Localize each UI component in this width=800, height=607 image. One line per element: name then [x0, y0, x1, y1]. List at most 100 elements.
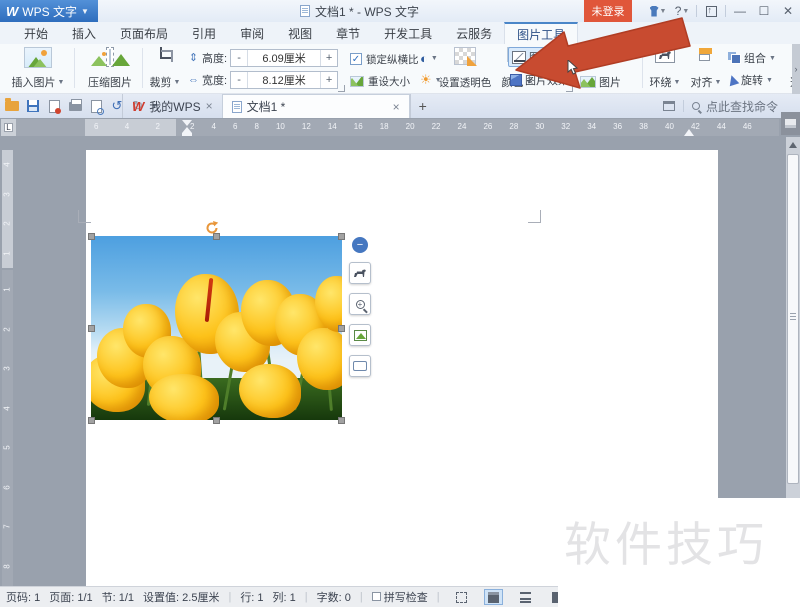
save-icon — [27, 100, 39, 112]
page-view-button[interactable] — [484, 589, 503, 605]
picture-floating-toolbar: − + — [349, 237, 373, 377]
lock-aspect-checkbox[interactable]: ✓ 锁定纵横比 — [350, 49, 419, 69]
margin-corner-mark-right — [528, 210, 541, 223]
minimize-button[interactable]: — — [728, 0, 752, 22]
pdf-icon — [49, 100, 60, 113]
status-pages: 页面: 1/1 — [49, 589, 92, 605]
height-plus-button[interactable]: + — [320, 50, 337, 66]
print-preview-button[interactable] — [88, 98, 104, 114]
dog-icon — [353, 268, 367, 279]
width-minus-button[interactable]: - — [231, 72, 248, 88]
height-value[interactable]: 6.09厘米 — [248, 50, 320, 66]
menu-tab-插入: 插入 — [60, 22, 108, 44]
resize-handle-ne[interactable] — [338, 233, 345, 240]
tab-stop-icon: L — [4, 123, 13, 132]
resize-handle-s[interactable] — [213, 417, 220, 424]
crop-button[interactable]: 裁剪▼ — [146, 45, 184, 92]
status-line: 行: 1 — [240, 589, 263, 605]
open-button[interactable] — [4, 98, 20, 114]
horizontal-ruler[interactable]: 642 246810121416182022242628303234363840… — [16, 119, 779, 136]
v-ruler-content-numbers: 12345678 — [2, 270, 13, 586]
view-mode-switcher — [452, 589, 567, 605]
annotation-arrow — [505, 8, 715, 103]
rotation-handle[interactable] — [204, 220, 220, 236]
insert-picture-button[interactable]: 插入图片▼ — [6, 45, 70, 92]
view-original-size-button[interactable]: + — [349, 293, 371, 315]
status-column: 列: 1 — [273, 589, 296, 605]
width-value[interactable]: 8.12厘米 — [248, 72, 320, 88]
status-page-number: 页码: 1 — [6, 589, 40, 605]
size-dialog-launcher[interactable] — [338, 85, 345, 92]
menu-tab-开始: 开始 — [12, 22, 60, 44]
rotate-button[interactable]: 旋转▼ — [728, 70, 773, 90]
close-tab-icon[interactable]: × — [206, 99, 213, 113]
reset-size-icon — [350, 76, 364, 87]
new-tab-button[interactable]: + — [410, 94, 435, 118]
width-plus-button[interactable]: + — [320, 72, 337, 88]
outline-view-icon — [520, 592, 531, 603]
wrap-style-button[interactable] — [349, 262, 371, 284]
menu-tab-页面布局: 页面布局 — [108, 22, 180, 44]
full-screen-icon — [456, 592, 467, 603]
resize-handle-sw[interactable] — [88, 417, 95, 424]
window-title: 文档1 * - WPS 文字 — [300, 0, 419, 22]
divider — [725, 5, 726, 17]
v-ruler-margin-numbers: 4321 — [2, 150, 13, 268]
close-tab-icon[interactable]: × — [393, 100, 400, 114]
mouse-cursor — [567, 60, 579, 76]
app-menu-button[interactable]: W WPS 文字 ▼ — [0, 0, 98, 22]
height-minus-button[interactable]: - — [231, 50, 248, 66]
tab-stop-selector[interactable]: L — [1, 119, 16, 136]
wps-home-icon: W — [132, 99, 144, 114]
height-spinner[interactable]: - 6.09厘米 + — [230, 49, 338, 67]
right-indent-marker[interactable] — [684, 129, 694, 136]
find-command-box[interactable]: 点此查找命令 — [706, 98, 778, 115]
app-name: WPS 文字 — [22, 3, 77, 20]
collapse-toolbar-button[interactable]: − — [352, 237, 368, 253]
vertical-scrollbar[interactable] — [786, 137, 800, 498]
full-screen-view-button[interactable] — [452, 589, 471, 605]
group-button[interactable]: 组合▼ — [728, 48, 776, 68]
compress-picture-button[interactable]: 压缩图片 — [80, 45, 140, 92]
resize-handle-w[interactable] — [88, 325, 95, 332]
outline-view-button[interactable] — [516, 589, 535, 605]
chevron-down-icon: ▼ — [81, 7, 89, 16]
save-button[interactable] — [25, 98, 41, 114]
tab-document1[interactable]: 文档1 * × — [222, 94, 410, 118]
crop-icon — [158, 47, 173, 62]
first-line-indent-marker[interactable] — [182, 120, 192, 126]
insert-picture-icon — [24, 47, 52, 68]
status-word-count[interactable]: 字数: 0 — [317, 589, 351, 605]
set-transparent-color-button[interactable]: 设置透明色 — [436, 45, 494, 92]
tab-wps-home[interactable]: W 我的WPS × — [122, 94, 222, 118]
print-preview-icon — [91, 100, 102, 113]
width-spinner[interactable]: - 8.12厘米 + — [230, 71, 338, 89]
print-icon — [69, 102, 82, 111]
scroll-up-arrow-icon[interactable] — [789, 142, 797, 148]
export-pdf-button[interactable] — [46, 98, 62, 114]
left-indent-marker[interactable] — [182, 133, 192, 136]
menu-tab-章节: 章节 — [324, 22, 372, 44]
vertical-ruler[interactable]: 4321 12345678 — [2, 150, 13, 586]
spell-check-toggle[interactable]: 拼写检查 — [372, 589, 428, 605]
ribbon-expand-strip[interactable]: › — [792, 44, 800, 94]
tulip-photo[interactable] — [91, 236, 342, 420]
resize-handle-nw[interactable] — [88, 233, 95, 240]
scrollbar-thumb[interactable] — [787, 154, 799, 484]
status-section: 节: 1/1 — [102, 589, 134, 605]
ruler-toggle-button[interactable] — [781, 112, 800, 135]
menu-tab-视图: 视图 — [276, 22, 324, 44]
menu-tab-开发工具: 开发工具 — [372, 22, 444, 44]
close-button[interactable]: ✕ — [776, 0, 800, 22]
indent-markers[interactable] — [182, 119, 192, 136]
print-button[interactable] — [67, 98, 83, 114]
crop-picture-icon — [354, 330, 367, 341]
resize-handle-se[interactable] — [338, 417, 345, 424]
maximize-button[interactable]: ☐ — [752, 0, 776, 22]
crop-picture-button[interactable] — [349, 324, 371, 346]
resize-handle-e[interactable] — [338, 325, 345, 332]
width-icon: ⇔ — [188, 73, 199, 87]
compress-picture-icon — [106, 47, 114, 67]
reset-size-button[interactable]: 重设大小 — [350, 71, 410, 91]
picture-border-button[interactable] — [349, 355, 371, 377]
